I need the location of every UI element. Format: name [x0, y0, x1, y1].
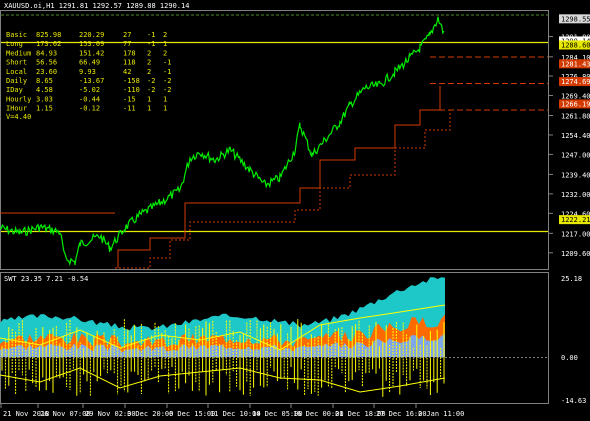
stats-table: Basic 825.98 220.29 27 -1 2Long 173.62 153.09 77… — [6, 31, 171, 113]
stats-cell-n: 27 — [123, 31, 131, 39]
stats-cell-v2: -0.12 — [79, 105, 100, 113]
stats-cell-b: -2 — [163, 86, 171, 94]
chart-canvas[interactable]: XAUUSD.oi,H1 1291.81 1292.57 1289.88 129… — [0, 0, 590, 421]
stats-cell-label: Daily — [6, 77, 27, 85]
price-badge-label: 1266.19 — [561, 100, 590, 108]
stats-cell-b: 2 — [163, 31, 167, 39]
stats-cell-v2: 151.42 — [79, 49, 104, 57]
stats-cell-label: Medium — [6, 49, 31, 57]
stats-cell-v2: -13.67 — [79, 77, 104, 85]
price-badge-label: 1274.69 — [561, 78, 590, 86]
stats-cell-a: 1 — [147, 105, 151, 113]
stats-cell-b: 1 — [163, 40, 167, 48]
stats-cell-n: -15 — [123, 95, 136, 103]
time-tick-label: 3 Dec 20:00 — [127, 410, 173, 418]
stats-cell-v1: 56.56 — [36, 59, 57, 67]
price-badge-label: 1298.55 — [561, 15, 590, 23]
stats-cell-a: -2 — [147, 86, 155, 94]
support-step-line-dashed — [115, 110, 451, 269]
stats-cell-n: 77 — [123, 40, 131, 48]
stats-cell-n: 42 — [123, 68, 131, 76]
stats-cell-label: Local — [6, 68, 27, 76]
indicator-tick-min: -14.63 — [561, 397, 586, 405]
support-step-line — [117, 86, 441, 268]
stats-cell-a: 2 — [147, 59, 151, 67]
price-badge-label: 1288.60 — [561, 41, 590, 49]
price-tick-label: 1247.00 — [561, 151, 590, 159]
stats-cell-label: Basic — [6, 31, 27, 39]
price-tick-label: 1261.80 — [561, 112, 590, 120]
stats-cell-v1: 173.62 — [36, 40, 61, 48]
indicator-title: SWT 23.35 7.21 -0.54 — [4, 275, 88, 283]
stats-cell-v2: 220.29 — [79, 31, 104, 39]
stats-cell-b: 1 — [163, 105, 167, 113]
price-tick-label: 1254.40 — [561, 132, 590, 140]
price-tick-label: 1269.40 — [561, 92, 590, 100]
stats-cell-v2: -0.44 — [79, 95, 100, 103]
stats-cell-b: -1 — [163, 68, 171, 76]
stats-cell-v1: 8.65 — [36, 77, 53, 85]
stats-cell-a: -2 — [147, 77, 155, 85]
volatility-readout: V=4.40 — [6, 113, 31, 121]
stats-cell-v1: 4.58 — [36, 86, 53, 94]
stats-cell-b: -1 — [163, 59, 171, 67]
time-tick-label: 6 Dec 15:00 — [169, 410, 215, 418]
stats-cell-a: 2 — [147, 49, 151, 57]
stats-cell-v2: 66.49 — [79, 59, 100, 67]
stats-cell-v1: 23.60 — [36, 68, 57, 76]
stats-cell-v2: 9.93 — [79, 68, 96, 76]
indicator-plot — [0, 277, 446, 397]
stats-cell-a: -1 — [147, 31, 155, 39]
stats-cell-a: 1 — [147, 95, 151, 103]
price-badge-label: 1281.43 — [561, 60, 590, 68]
price-tick-label: 1239.40 — [561, 171, 590, 179]
stats-cell-n: 178 — [123, 49, 136, 57]
stats-cell-label: Long — [6, 40, 23, 48]
stats-cell-v2: -5.02 — [79, 86, 100, 94]
price-tick-label: 1209.60 — [561, 250, 590, 258]
stats-cell-v1: 1.15 — [36, 105, 53, 113]
stats-cell-v2: 153.09 — [79, 40, 104, 48]
price-tick-label: 1232.00 — [561, 191, 590, 199]
symbol-header: XAUUSD.oi,H1 1291.81 1292.57 1289.88 129… — [4, 2, 189, 10]
price-badge-label: 1222.21 — [561, 216, 590, 224]
time-tick-label: 2 Jan 11:00 — [418, 410, 464, 418]
stats-cell-v1: 3.03 — [36, 95, 53, 103]
stats-cell-v1: 84.93 — [36, 49, 57, 57]
stats-cell-a: -1 — [147, 40, 155, 48]
stats-cell-n: -158 — [123, 77, 140, 85]
indicator-tick-zero: 0.00 — [561, 354, 578, 362]
stats-cell-n: -110 — [123, 86, 140, 94]
chart-window[interactable]: XAUUSD.oi,H1 1291.81 1292.57 1289.88 129… — [0, 0, 590, 421]
stats-cell-label: Hourly — [6, 95, 31, 103]
stats-cell-a: 2 — [147, 68, 151, 76]
stats-cell-b: 2 — [163, 49, 167, 57]
stats-cell-label: IDay — [6, 86, 23, 94]
stats-cell-n: -11 — [123, 105, 136, 113]
price-tick-label: 1217.00 — [561, 230, 590, 238]
stats-cell-n: 118 — [123, 59, 136, 67]
time-tick-label: 26 Nov 07:00 — [40, 410, 91, 418]
stats-cell-b: -2 — [163, 77, 171, 85]
price-line — [0, 16, 445, 267]
stats-cell-b: 1 — [163, 95, 167, 103]
indicator-tick-max: 25.18 — [561, 275, 582, 283]
stats-cell-label: Short — [6, 59, 27, 67]
time-axis: 21 Nov 201826 Nov 07:0029 Nov 02:003 Dec… — [0, 404, 464, 418]
stats-cell-v1: 825.98 — [36, 31, 61, 39]
stats-cell-label: IHour — [6, 105, 27, 113]
